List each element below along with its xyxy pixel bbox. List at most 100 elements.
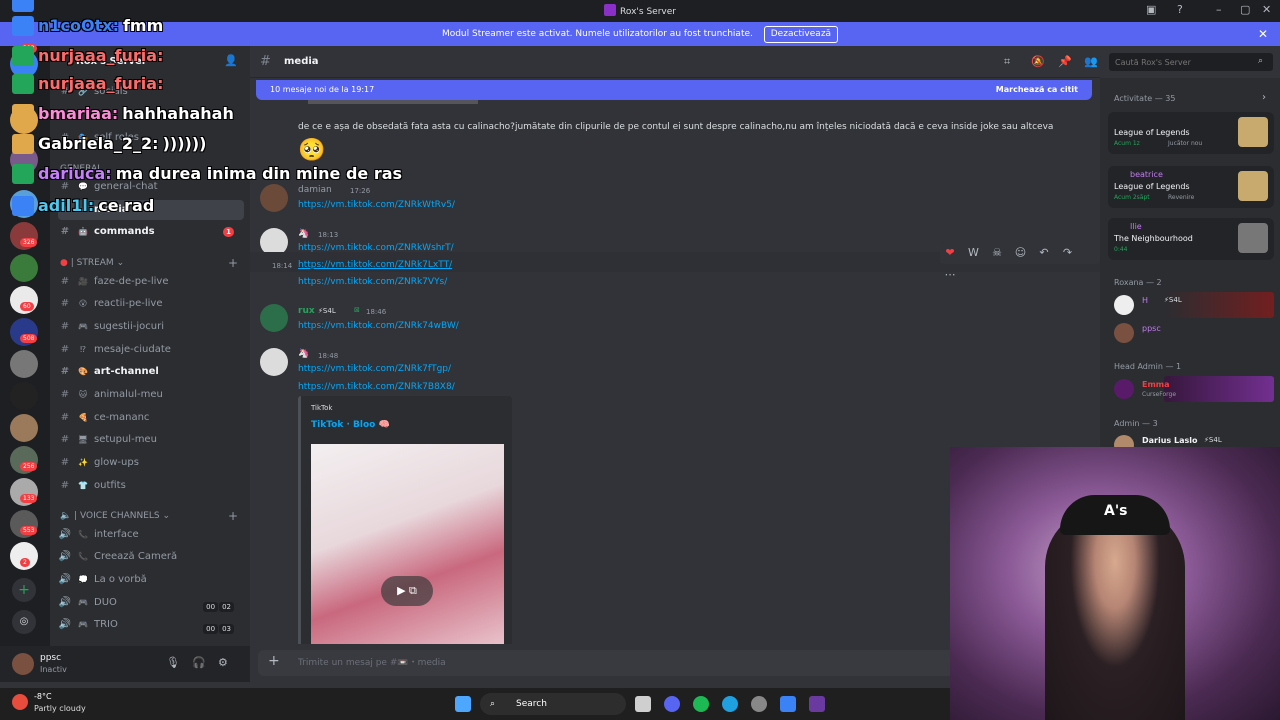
w-reaction-icon[interactable]: W (964, 242, 984, 264)
member-name: Emma (1142, 380, 1170, 389)
author-name[interactable]: rux (298, 306, 315, 316)
weather-icon[interactable] (12, 694, 28, 710)
forward-icon[interactable]: ↷ (1058, 242, 1078, 264)
close-window-button[interactable]: ✕ (1262, 3, 1271, 16)
channel-outfits[interactable]: # 👕 outfits (58, 476, 244, 496)
headphones-icon[interactable]: 🎧 (192, 656, 206, 669)
heart-reaction-icon[interactable]: ❤ (940, 242, 960, 264)
weather-desc[interactable]: Partly cloudy (34, 704, 86, 713)
minimize-button[interactable]: – (1216, 3, 1222, 16)
mark-as-read-button[interactable]: Marchează ca citit (996, 80, 1078, 100)
author-name[interactable]: damian (298, 185, 332, 195)
more-icon[interactable]: ⋯ (940, 264, 960, 286)
message-text: de ce e așa de obsedată fata asta cu cal… (298, 122, 1054, 132)
add-reaction-icon[interactable]: ☺ (1011, 242, 1031, 264)
pin-icon[interactable]: 📌 (1058, 55, 1072, 68)
role-tag: ⚡S4L (1164, 296, 1182, 304)
message-input[interactable] (298, 655, 998, 671)
activity-card[interactable]: Ilie The Neighbourhood 0:44 (1108, 218, 1274, 260)
play-icon[interactable]: ▶ ⧉ (381, 576, 433, 606)
voice-channel-duo[interactable]: 🔊 🎮 DUO 00 02 (58, 593, 244, 613)
search-input[interactable] (1109, 53, 1273, 71)
channel-glow-ups[interactable]: # ✨ glow-ups (58, 453, 244, 473)
category-stream[interactable]: ● | STREAM ⌄ + (60, 256, 238, 270)
voice-channel-creeaza-camera[interactable]: 🔊 📞 Creează Cameră (58, 547, 244, 567)
obs-icon[interactable] (809, 696, 825, 712)
add-server-icon[interactable]: + (12, 578, 36, 602)
weather-temp[interactable]: -8°C (34, 692, 52, 701)
gear-icon[interactable]: ⚙ (218, 656, 228, 669)
channel-commands[interactable]: # 🤖 commands 1 (58, 222, 244, 242)
invite-icon[interactable]: 👤 (224, 54, 238, 67)
help-icon[interactable]: ? (1177, 3, 1183, 16)
member-list-icon[interactable]: 👥 (1084, 55, 1098, 68)
message-link[interactable]: https://vm.tiktok.com/ZNRk74wBW/ (298, 321, 459, 331)
add-channel-icon[interactable]: + (228, 256, 238, 270)
member-item[interactable]: ppsc (1114, 322, 1274, 344)
app-icon[interactable] (780, 696, 796, 712)
close-icon[interactable]: ✕ (1258, 22, 1268, 46)
avatar[interactable] (260, 348, 288, 376)
avatar[interactable] (260, 184, 288, 212)
discord-icon[interactable] (664, 696, 680, 712)
author-name[interactable]: 🦄 (298, 349, 309, 359)
activity-card[interactable]: League of Legends Acum 1z Jucător nou (1108, 112, 1274, 154)
author-name[interactable]: 🦄 (298, 229, 309, 239)
windows-start-icon[interactable] (455, 696, 471, 712)
server-icon[interactable] (10, 254, 38, 282)
task-view-icon[interactable] (635, 696, 651, 712)
channel-art-channel[interactable]: # 🎨 art-channel (58, 362, 244, 382)
skull-reaction-icon[interactable]: ☠ (987, 242, 1007, 264)
threads-icon[interactable]: ⌗ (1004, 55, 1010, 69)
voice-channel-la-o-vorba[interactable]: 🔊 💭 La o vorbă (58, 570, 244, 590)
server-icon[interactable] (10, 414, 38, 442)
message-link[interactable]: https://vm.tiktok.com/ZNRk7B8X8/ (298, 382, 455, 392)
avatar[interactable] (12, 653, 34, 675)
spotify-icon[interactable] (693, 696, 709, 712)
microphone-icon[interactable]: 🎙 (166, 656, 180, 669)
hash-icon: # (260, 54, 271, 69)
reply-icon[interactable]: ↶ (1034, 242, 1054, 264)
inbox-icon[interactable]: ▣ (1146, 3, 1156, 16)
image-preview-edge (308, 100, 478, 104)
voice-channel-trio[interactable]: 🔊 🎮 TRIO 00 03 (58, 615, 244, 635)
notification-bell-icon[interactable]: 🔕 (1031, 55, 1045, 68)
explore-icon[interactable]: ◎ (12, 610, 36, 634)
server-icon[interactable] (10, 350, 38, 378)
maximize-button[interactable]: ▢ (1240, 3, 1250, 16)
channel-animalul-meu[interactable]: # 🐱 animalul-meu (58, 385, 244, 405)
pleading-emoji-icon: 🥺 (298, 138, 326, 163)
username[interactable]: ppsc (40, 653, 61, 663)
server-icon[interactable] (10, 382, 38, 410)
activity-game: League of Legends (1114, 128, 1190, 137)
category-voice-channels[interactable]: 🔈 | VOICE CHANNELS ⌄ + (60, 509, 238, 523)
channel-reactii-pe-live[interactable]: # 😮 reactii-pe-live (58, 294, 244, 314)
new-messages-bar[interactable]: 10 mesaje noi de la 19:17 Marchează ca c… (256, 80, 1092, 100)
disable-streamer-mode-button[interactable]: Dezactivează (763, 26, 839, 43)
member-item[interactable]: Emma CurseForge (1114, 376, 1274, 402)
channel-ce-mananc[interactable]: # 🍕 ce-mananc (58, 408, 244, 428)
channel-emoji-icon: 🐱 (78, 390, 88, 399)
embed-title[interactable]: TikTok · Bloo 🧠 (311, 420, 390, 430)
activity-time: Acum 1z (1114, 140, 1140, 147)
message-link[interactable]: https://vm.tiktok.com/ZNRk7VYs/ (298, 277, 447, 287)
chevron-right-icon[interactable]: › (1262, 92, 1266, 103)
message-link[interactable]: https://vm.tiktok.com/ZNRk7fTgp/ (298, 364, 451, 374)
activity-card[interactable]: beatrice League of Legends Acum 2săpt Re… (1108, 166, 1274, 208)
member-item[interactable]: H ⚡S4L (1114, 292, 1274, 318)
taskbar-search[interactable]: ⌕ Search (480, 693, 626, 715)
video-thumbnail[interactable]: ▶ ⧉ (311, 444, 504, 644)
channel-mesaje-ciudate[interactable]: # ⁉ mesaje-ciudate (58, 340, 244, 360)
channel-faze-de-pe-live[interactable]: # 🎥 faze-de-pe-live (58, 272, 244, 292)
edge-icon[interactable] (722, 696, 738, 712)
channel-sugestii-jocuri[interactable]: # 🎮 sugestii-jocuri (58, 317, 244, 337)
message-link[interactable]: https://vm.tiktok.com/ZNRk7LxTT/ (298, 260, 452, 270)
voice-channel-interface[interactable]: 🔊 📞 interface (58, 525, 244, 545)
channel-setupul-meu[interactable]: # 🖥 setupul-meu (58, 430, 244, 450)
add-channel-icon[interactable]: + (228, 509, 238, 523)
avatar[interactable] (260, 304, 288, 332)
message-link[interactable]: https://vm.tiktok.com/ZNRkWtRv5/ (298, 200, 455, 210)
member-status: CurseForge (1142, 391, 1177, 398)
attach-plus-icon[interactable]: + (268, 653, 280, 669)
steam-icon[interactable] (751, 696, 767, 712)
